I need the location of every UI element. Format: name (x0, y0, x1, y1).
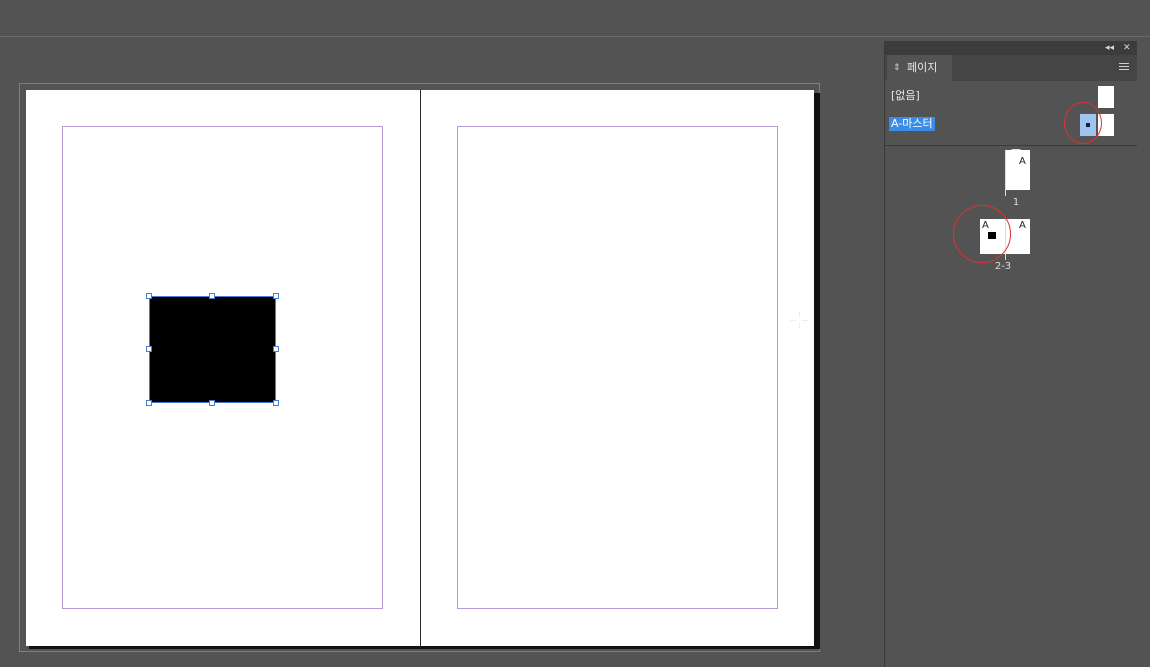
master-a-label: A-마스터 (889, 117, 935, 131)
page-1-thumbnail[interactable]: A (1005, 150, 1030, 190)
top-toolbar (0, 0, 1150, 37)
black-rectangle-frame[interactable] (149, 296, 276, 403)
master-none-thumbnail[interactable] (1098, 86, 1114, 108)
panel-titlebar[interactable]: ◂◂ ✕ (885, 41, 1137, 55)
spread-spine (420, 90, 421, 646)
pages-panel: ◂◂ ✕ ⇕ 페이지 [없음] A-마스터 A 1 A A 2-3 (884, 41, 1138, 667)
selection-handle[interactable] (209, 400, 215, 406)
master-none-label: [없음] (891, 89, 920, 102)
selection-handle[interactable] (146, 293, 152, 299)
panel-divider (885, 145, 1137, 146)
page-1-master-prefix: A (1019, 156, 1026, 167)
selection-handle[interactable] (209, 293, 215, 299)
selection-handle[interactable] (146, 400, 152, 406)
selection-handle[interactable] (146, 346, 152, 352)
tab-pages-label: 페이지 (907, 61, 938, 74)
master-none-row[interactable]: [없음] (885, 85, 1137, 108)
selection-handle[interactable] (273, 293, 279, 299)
hamburger-menu-icon[interactable] (1119, 63, 1129, 72)
selection-handle[interactable] (273, 400, 279, 406)
updown-arrow-icon: ⇕ (893, 63, 901, 73)
page-1-number: 1 (1012, 197, 1020, 208)
tab-pages[interactable]: ⇕ 페이지 (887, 55, 952, 81)
page-3-master-prefix: A (1019, 220, 1026, 231)
annotation-circle (1064, 102, 1102, 144)
annotation-circle (953, 205, 1011, 263)
panel-tab-strip: ⇕ 페이지 (885, 55, 1137, 81)
crosshair-icon (790, 311, 808, 329)
close-icon[interactable]: ✕ (1123, 42, 1131, 54)
double-chevron-icon[interactable]: ◂◂ (1105, 42, 1114, 54)
margin-guide-right (457, 126, 778, 609)
panel-scroll-track[interactable] (1137, 41, 1150, 667)
selection-handle[interactable] (273, 346, 279, 352)
page-2-3-number: 2-3 (994, 261, 1012, 272)
